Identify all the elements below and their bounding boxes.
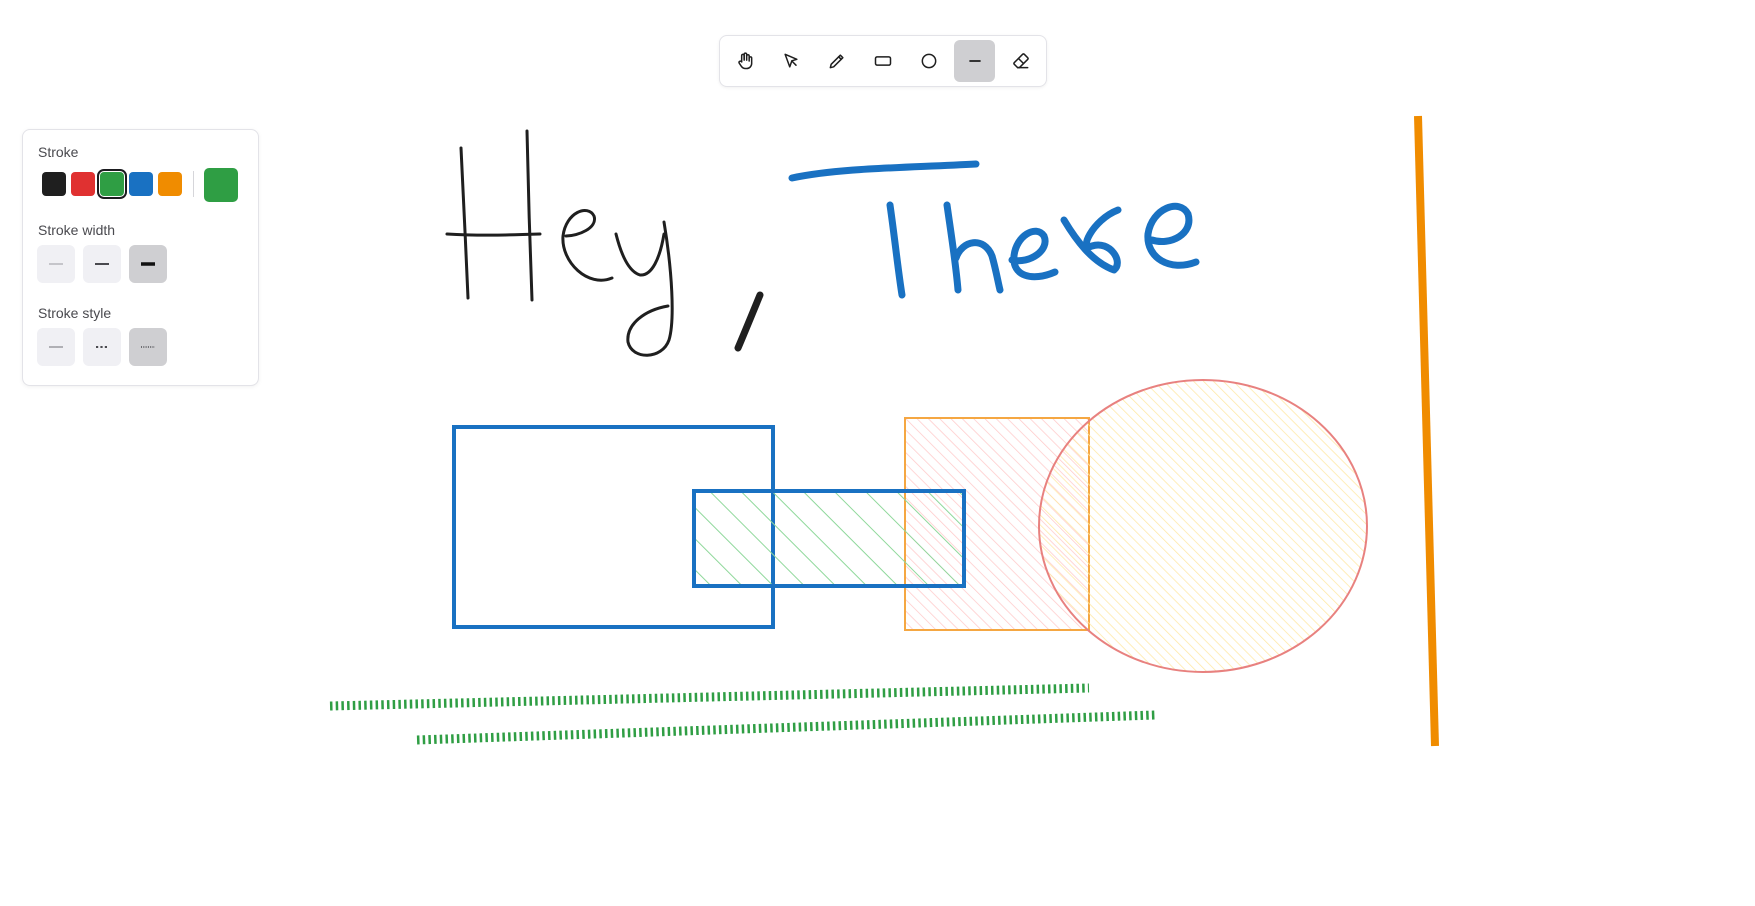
stroke-width-bold[interactable] — [129, 245, 167, 283]
pencil-icon — [829, 54, 844, 69]
circle-icon — [921, 53, 937, 69]
tool-line[interactable] — [954, 40, 996, 82]
tool-draw[interactable] — [817, 40, 858, 82]
handwriting-there[interactable] — [788, 160, 1200, 299]
cursor-arrow-icon — [784, 53, 798, 68]
hand-icon — [738, 52, 753, 70]
tool-rectangle[interactable] — [863, 40, 904, 82]
toolbar — [719, 35, 1047, 87]
solid-line-icon — [49, 346, 63, 348]
handwriting-comma[interactable] — [734, 291, 764, 352]
color-swatch-green[interactable] — [97, 169, 127, 199]
stroke-style-solid[interactable] — [37, 328, 75, 366]
current-color-button[interactable] — [204, 168, 238, 202]
rectangle-icon — [874, 56, 892, 66]
handwriting-hey[interactable] — [445, 129, 674, 357]
stroke-width-label: Stroke width — [38, 222, 116, 238]
color-swatch-red[interactable] — [71, 172, 95, 196]
swatch-divider — [193, 171, 194, 197]
eraser-icon — [1012, 53, 1029, 69]
thin-line-icon — [49, 263, 63, 265]
stroke-style-dashed[interactable] — [83, 328, 121, 366]
tool-eraser[interactable] — [1000, 40, 1041, 82]
dashed-line-icon — [96, 346, 109, 348]
stroke-width-medium[interactable] — [83, 245, 121, 283]
stroke-style-dotted[interactable] — [129, 328, 167, 366]
color-swatch-orange[interactable] — [158, 172, 182, 196]
medium-line-icon — [95, 263, 109, 265]
color-swatch-black[interactable] — [42, 172, 66, 196]
properties-panel: Stroke Stroke width Stroke style — [22, 129, 259, 386]
drawing-canvas[interactable] — [0, 0, 1755, 906]
orange-vertical-line[interactable] — [1414, 115, 1439, 747]
stroke-style-label: Stroke style — [38, 305, 112, 321]
stroke-label: Stroke — [38, 144, 79, 160]
green-dotted-line[interactable] — [416, 710, 1156, 745]
tool-select[interactable] — [771, 40, 812, 82]
color-swatch-blue[interactable] — [129, 172, 153, 196]
stroke-width-thin[interactable] — [37, 245, 75, 283]
green-dotted-line[interactable] — [329, 683, 1090, 711]
tool-ellipse[interactable] — [908, 40, 949, 82]
line-icon — [968, 60, 981, 62]
dotted-line-icon — [141, 346, 155, 348]
yellow-hatched-circle[interactable] — [1038, 379, 1368, 673]
bold-line-icon — [141, 262, 155, 266]
tool-hand[interactable] — [725, 40, 766, 82]
green-hatched-rectangle[interactable] — [692, 489, 966, 588]
